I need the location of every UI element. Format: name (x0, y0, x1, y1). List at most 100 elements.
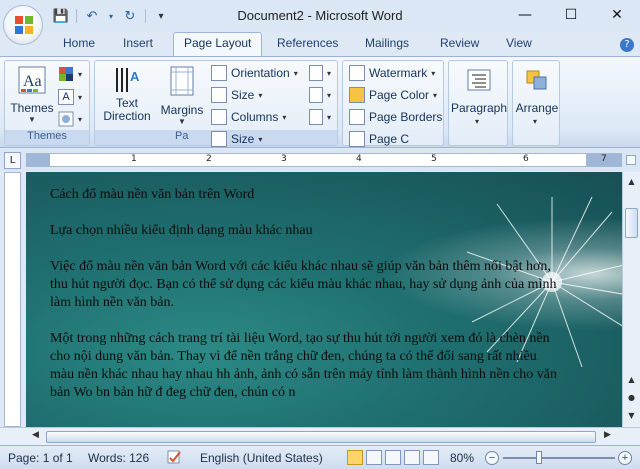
tab-insert[interactable]: Insert (123, 36, 153, 50)
margins-button[interactable]: Margins ▼ (157, 65, 207, 126)
themes-group-label: Themes (5, 130, 89, 145)
line-numbers-button[interactable]: ▾ (309, 87, 331, 103)
text-direction-label: Text Direction (103, 96, 151, 123)
themes-label: Themes (10, 101, 54, 115)
hyphenation-icon (309, 109, 323, 125)
next-page-button[interactable]: ▼ (624, 408, 639, 423)
columns-icon (211, 109, 227, 125)
orientation-button[interactable]: Orientation ▾ (211, 65, 298, 81)
breaks-icon (309, 65, 323, 81)
scroll-right-button[interactable]: ▶ (604, 430, 611, 440)
previous-page-button[interactable]: ▲ (624, 372, 639, 387)
page-count[interactable]: Page: 1 of 1 (8, 451, 73, 465)
page-color-label: Page Color (369, 88, 430, 102)
theme-effects-button[interactable]: ▾ (58, 111, 82, 127)
zoom-slider-track[interactable] (503, 457, 615, 459)
scroll-up-button[interactable]: ▲ (624, 174, 639, 189)
theme-fonts-button[interactable]: A ▾ (58, 89, 82, 105)
size-icon (211, 87, 227, 103)
horizontal-ruler[interactable]: 1 2 3 4 5 6 7 (26, 153, 622, 167)
doc-paragraph: Một trong những cách trang trí tài liệu … (50, 331, 557, 400)
outline-view-button[interactable] (404, 450, 420, 465)
arrange-group[interactable]: Arrange ▾ (512, 60, 560, 146)
columns-button[interactable]: Columns ▾ (211, 109, 286, 125)
themes-button[interactable]: Aa Themes ▼ (9, 65, 55, 124)
ribbon-tabs: Home Insert Page Layout References Maili… (0, 32, 640, 57)
doc-subtitle: Lựa chọn nhiều kiểu định dạng màu khác n… (50, 223, 313, 238)
ruler-number: 7 (601, 154, 607, 164)
full-screen-reading-view-button[interactable] (366, 450, 382, 465)
draft-view-button[interactable] (423, 450, 439, 465)
zoom-out-button[interactable]: − (485, 451, 499, 465)
ruler-number: 4 (356, 154, 362, 164)
ribbon: Aa Themes ▼ ▾ A ▾ ▾ Themes A Text Direct… (0, 56, 640, 148)
vertical-scrollbar[interactable]: ▲ ▲ ● ▼ (622, 172, 640, 427)
page-borders-label: Page Borders (369, 110, 443, 124)
zoom-in-button[interactable]: + (618, 451, 632, 465)
size-button[interactable]: Size ▾ (211, 87, 262, 103)
minimize-button[interactable]: — (502, 0, 548, 30)
proofing-icon[interactable] (166, 449, 182, 465)
text-direction-button[interactable]: A Text Direction (99, 65, 155, 123)
tab-mailings[interactable]: Mailings (365, 36, 409, 50)
zoom-level[interactable]: 80% (450, 451, 474, 465)
theme-colors-icon (59, 67, 73, 81)
ruler-number: 5 (431, 154, 437, 164)
close-button[interactable]: ✕ (594, 0, 640, 30)
svg-text:Aa: Aa (23, 73, 42, 90)
columns-label: Columns (231, 110, 279, 124)
page-borders-icon (349, 109, 365, 125)
watermark-button[interactable]: Watermark ▾ (349, 65, 435, 81)
margins-label: Margins (160, 103, 204, 117)
tab-review[interactable]: Review (440, 36, 479, 50)
margins-dropdown-icon: ▼ (178, 117, 186, 126)
paragraph-dropdown-icon: ▾ (475, 117, 480, 126)
page-color-button[interactable]: Page Color ▾ (349, 87, 437, 103)
ruler-bar: L 1 2 3 4 5 6 7 (0, 149, 640, 171)
horizontal-scroll-thumb[interactable] (46, 431, 596, 443)
tab-home[interactable]: Home (63, 36, 95, 50)
page-color-icon (349, 131, 365, 147)
ruler-number: 2 (206, 154, 212, 164)
print-layout-view-button[interactable] (347, 450, 363, 465)
themes-dropdown-icon: ▼ (28, 115, 36, 124)
paragraph-group[interactable]: Paragraph ▾ (448, 60, 508, 146)
size-icon (211, 131, 227, 147)
help-icon[interactable]: ? (620, 38, 634, 52)
scroll-left-button[interactable]: ◀ (32, 430, 39, 440)
breaks-button[interactable]: ▾ (309, 65, 331, 81)
page-background-group: Watermark ▾ Page Color ▾ Page Borders Page… (342, 60, 444, 147)
view-ruler-toggle-icon[interactable] (626, 155, 636, 165)
line-numbers-icon (309, 87, 323, 103)
vertical-ruler[interactable] (4, 172, 21, 427)
word-count[interactable]: Words: 126 (88, 451, 149, 465)
themes-icon: Aa (18, 66, 46, 94)
tab-references[interactable]: References (277, 36, 338, 50)
themes-group: Aa Themes ▼ ▾ A ▾ ▾ Themes (4, 60, 90, 146)
document-page[interactable]: Cách đổ màu nền văn bản trên Word Lựa ch… (26, 172, 622, 427)
page-color-submenu-item[interactable]: Page C (349, 131, 409, 147)
theme-colors-button[interactable]: ▾ (58, 66, 82, 82)
hyphenation-button[interactable]: ▾ (309, 109, 331, 125)
ruler-number: 3 (281, 154, 287, 164)
page-borders-button[interactable]: Page Borders (349, 109, 442, 125)
vertical-scroll-thumb[interactable] (625, 208, 638, 238)
maximize-button[interactable]: ☐ (548, 0, 594, 30)
page-color-icon (349, 87, 365, 103)
tab-view[interactable]: View (506, 36, 532, 50)
left-margin-area (26, 154, 50, 166)
horizontal-scrollbar[interactable]: ◀ ▶ (0, 427, 640, 445)
zoom-slider-thumb[interactable] (536, 451, 542, 464)
document-body[interactable]: Cách đổ màu nền văn bản trên Word Lựa ch… (50, 186, 562, 420)
ruler-number: 6 (523, 154, 529, 164)
orientation-icon (211, 65, 227, 81)
tab-selector[interactable]: L (4, 152, 21, 169)
language-status[interactable]: English (United States) (200, 451, 323, 465)
tab-page-layout[interactable]: Page Layout (173, 32, 263, 57)
select-browse-object-button[interactable]: ● (624, 390, 639, 405)
size-button-2[interactable]: Size ▾ (211, 131, 262, 147)
office-button[interactable] (3, 5, 43, 45)
office-logo-icon (15, 16, 33, 34)
arrange-label: Arrange (515, 101, 559, 115)
web-layout-view-button[interactable] (385, 450, 401, 465)
